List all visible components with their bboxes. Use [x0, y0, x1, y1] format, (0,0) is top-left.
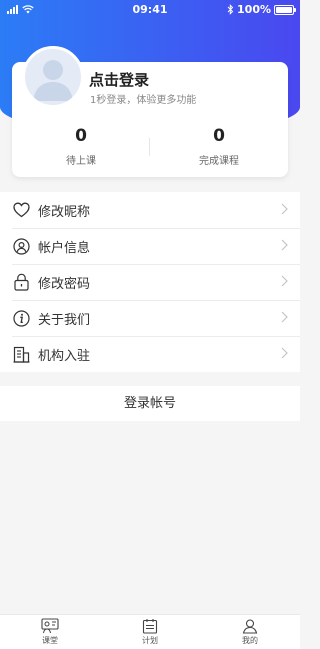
tab-classroom[interactable]: 课堂 — [0, 615, 100, 649]
login-subtitle: 1秒登录，体验更多功能 — [90, 95, 197, 106]
bluetooth-icon — [227, 4, 234, 15]
chevron-right-icon — [281, 203, 288, 215]
login-title[interactable]: 点击登录 — [89, 69, 149, 90]
menu-item-account-info[interactable]: 帐户信息 — [0, 228, 300, 264]
default-avatar-icon — [33, 60, 73, 101]
stat-completed-courses[interactable]: 0 完成课程 — [150, 126, 288, 167]
tab-plan[interactable]: 计划 — [100, 615, 200, 649]
menu-item-label: 修改昵称 — [38, 204, 91, 220]
status-right: 100% — [227, 3, 296, 16]
chevron-right-icon — [281, 239, 288, 251]
profile-card[interactable]: 点击登录 1秒登录，体验更多功能 0 待上课 0 完成课程 — [12, 46, 288, 177]
chevron-right-icon — [281, 311, 288, 323]
menu-item-edit-nickname[interactable]: 修改昵称 — [0, 192, 300, 228]
info-icon — [12, 309, 30, 327]
classroom-icon — [41, 618, 59, 634]
lock-icon — [12, 273, 30, 291]
menu-item-label: 帐户信息 — [38, 240, 91, 256]
menu-item-institution-join[interactable]: 机构入驻 — [0, 336, 300, 372]
stat-value: 0 — [75, 126, 87, 146]
menu-item-label: 机构入驻 — [38, 348, 91, 364]
calendar-icon — [142, 619, 158, 634]
avatar[interactable] — [22, 46, 84, 108]
login-account-button[interactable]: 登录帐号 — [0, 386, 300, 421]
tab-mine[interactable]: 我的 — [200, 615, 300, 649]
stat-pending-classes[interactable]: 0 待上课 — [12, 126, 150, 167]
heart-icon — [12, 201, 30, 219]
settings-menu: 修改昵称 帐户信息 修改密码 关于我们 机构入驻 — [0, 192, 300, 372]
user-circle-icon — [12, 237, 30, 255]
menu-item-change-password[interactable]: 修改密码 — [0, 264, 300, 300]
chevron-right-icon — [281, 275, 288, 287]
menu-item-label: 关于我们 — [38, 312, 91, 328]
menu-item-about-us[interactable]: 关于我们 — [0, 300, 300, 336]
chevron-right-icon — [281, 347, 288, 359]
battery-percent: 100% — [237, 3, 271, 16]
stat-value: 0 — [213, 126, 225, 146]
building-icon — [12, 345, 30, 363]
status-bar: 09:41 100% — [0, 0, 300, 20]
tab-label: 计划 — [142, 636, 158, 645]
stat-label: 待上课 — [66, 156, 96, 167]
stat-label: 完成课程 — [199, 156, 239, 167]
tab-bar: 课堂 计划 我的 — [0, 614, 300, 649]
profile-icon — [242, 619, 258, 634]
battery-icon — [274, 4, 296, 15]
tab-label: 我的 — [242, 636, 258, 645]
tab-label: 课堂 — [42, 636, 58, 645]
menu-item-label: 修改密码 — [38, 276, 91, 292]
